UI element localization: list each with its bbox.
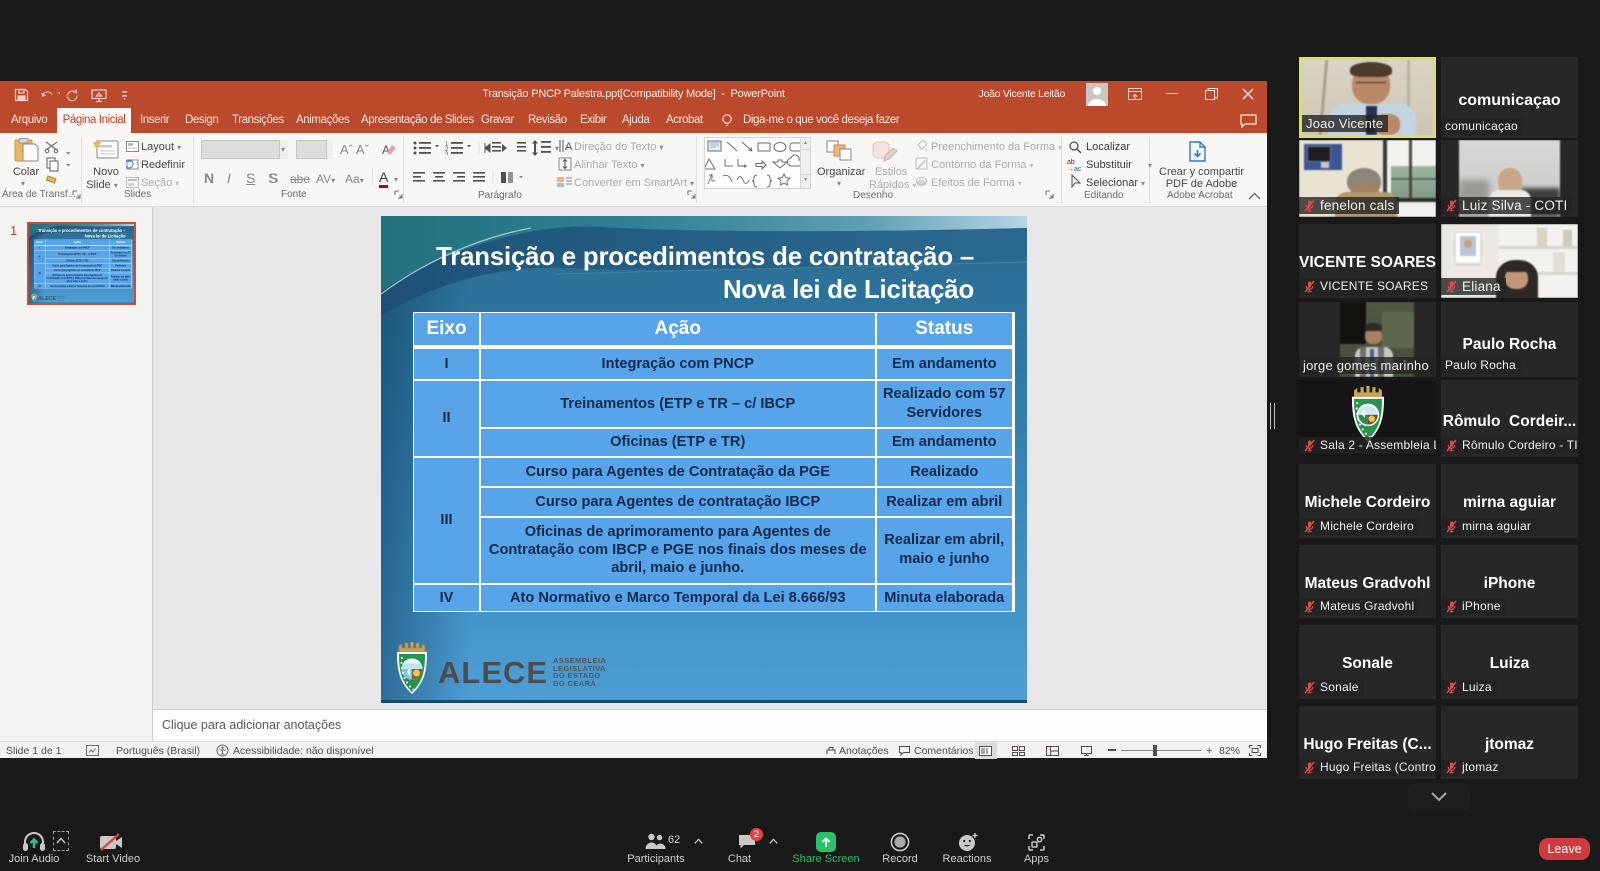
svg-text:→ac: →ac bbox=[1067, 166, 1082, 171]
svg-text:A: A bbox=[565, 141, 572, 153]
svg-text:ab: ab bbox=[1067, 159, 1075, 166]
svg-text:A: A bbox=[382, 143, 390, 157]
svg-text:3: 3 bbox=[445, 152, 449, 155]
